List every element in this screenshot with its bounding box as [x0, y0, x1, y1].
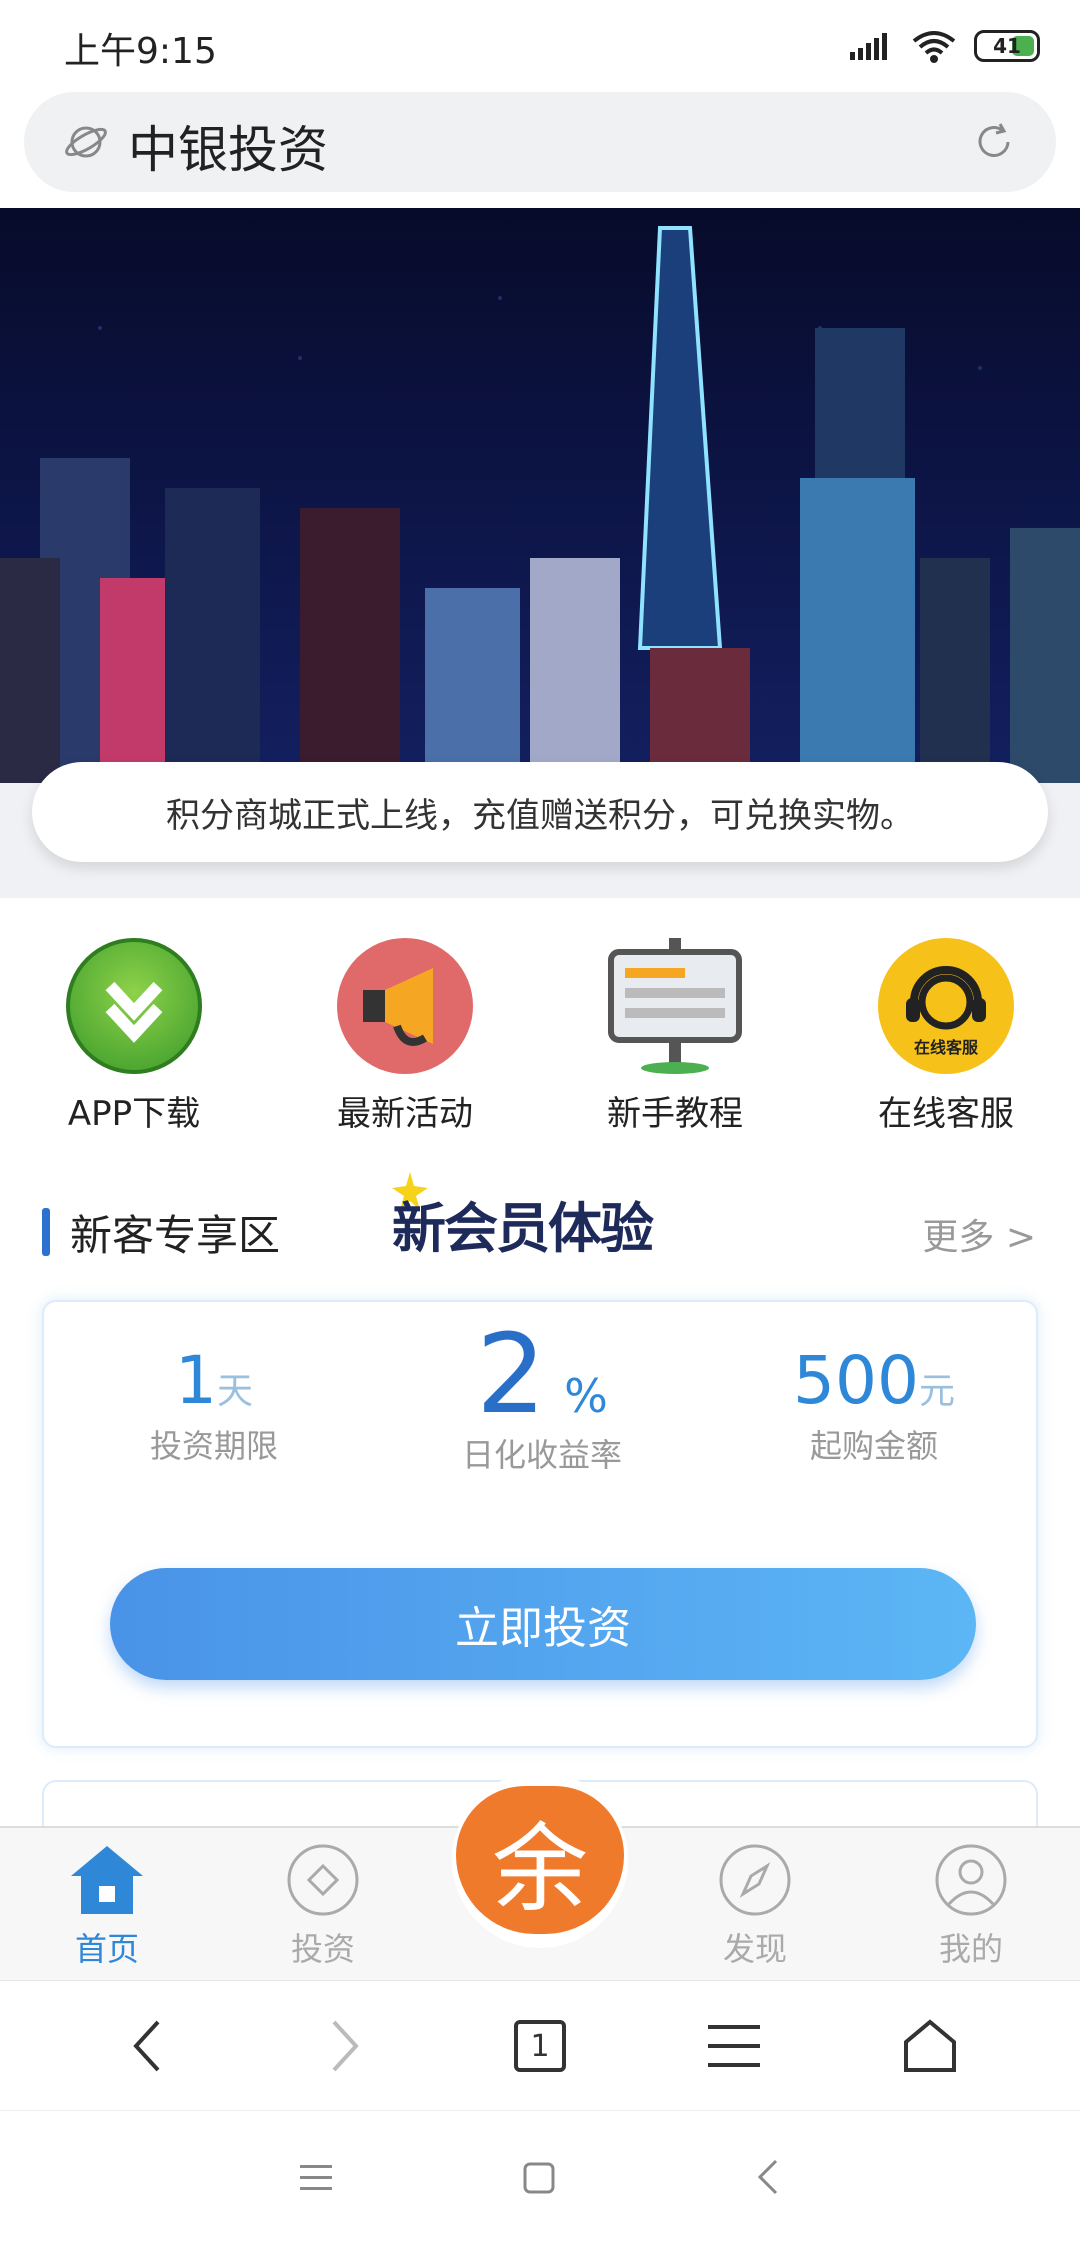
- menu-icon: [708, 2025, 760, 2067]
- stat-rate: 2% 日化收益率: [432, 1310, 652, 1476]
- rate-value: 2: [476, 1310, 547, 1438]
- tab-home[interactable]: 首页: [32, 1842, 182, 1970]
- address-bar[interactable]: 中银投资: [24, 92, 1056, 192]
- signal-icon: [850, 33, 887, 60]
- home-icon: [69, 1842, 145, 1918]
- term-value: 1: [174, 1342, 217, 1419]
- quick-link-label: 新手教程: [607, 1094, 743, 1134]
- system-back-icon[interactable]: [756, 2159, 780, 2195]
- section-marker: [42, 1208, 50, 1256]
- status-time: 上午9:15: [64, 31, 217, 72]
- system-nav-bar: [0, 2110, 1080, 2244]
- chevron-right-icon: [332, 2020, 359, 2072]
- balance-center-button[interactable]: 余: [452, 1772, 628, 1948]
- more-link[interactable]: 更多 >: [922, 1208, 1036, 1260]
- tab-discover[interactable]: 发现: [680, 1842, 830, 1970]
- recents-icon[interactable]: [298, 2163, 334, 2193]
- minimum-label: 起购金额: [809, 1427, 938, 1465]
- headset-icon: 在线客服: [878, 938, 1014, 1074]
- quick-link-activities[interactable]: 最新活动: [295, 938, 515, 1135]
- quick-links: APP下载 最新活动 新手教程 在线客服 在线客服: [0, 920, 1080, 1134]
- announcement-bar[interactable]: 积分商城正式上线，充值赠送积分，可兑换实物。: [32, 762, 1048, 862]
- center-button-label: 余: [492, 1812, 588, 1925]
- download-icon: [66, 938, 202, 1074]
- quick-link-label: 最新活动: [337, 1094, 473, 1134]
- tabs-count: 1: [530, 2028, 550, 2064]
- invest-now-button[interactable]: 立即投资: [110, 1568, 976, 1680]
- new-customer-section-header: 新客专享区 新会员体验 更多 >: [0, 1170, 1080, 1290]
- product-card: 1天 投资期限 2% 日化收益率 500元 起购金额 立即投资: [42, 1300, 1038, 1748]
- tab-label: 首页: [74, 1930, 139, 1968]
- stat-minimum: 500元 起购金额: [764, 1342, 984, 1467]
- battery-icon: 41: [974, 30, 1040, 62]
- page-title: 中银投资: [128, 121, 328, 179]
- back-button[interactable]: [108, 2011, 188, 2081]
- tab-label: 发现: [722, 1930, 787, 1968]
- billboard-icon: [607, 938, 743, 1074]
- browser-home-button[interactable]: [890, 2011, 970, 2081]
- chevron-left-icon: [133, 2020, 160, 2072]
- browser-toolbar: 1: [0, 1980, 1080, 2110]
- screen: 上午9:15 41 中银投资 积分商城正式上线，充值赠送积分，可兑换实物。 AP…: [0, 0, 1080, 2244]
- menu-button[interactable]: [694, 2011, 774, 2081]
- minimum-unit: 元: [918, 1371, 955, 1412]
- section-title: 新客专享区: [70, 1211, 281, 1260]
- quick-link-app-download[interactable]: APP下载: [24, 938, 244, 1135]
- planet-icon: [65, 126, 107, 158]
- promo-banner-text: 新会员体验: [392, 1197, 654, 1260]
- rate-label: 日化收益率: [461, 1436, 622, 1474]
- home-outline-icon: [904, 2019, 956, 2072]
- stat-term: 1天 投资期限: [104, 1342, 324, 1467]
- diamond-icon: [285, 1842, 361, 1918]
- battery-level: 41: [993, 34, 1021, 58]
- forward-button[interactable]: [304, 2011, 384, 2081]
- tabs-button[interactable]: 1: [500, 2011, 580, 2081]
- profile-icon: [933, 1842, 1009, 1918]
- tabs-count-icon: 1: [514, 2020, 566, 2072]
- tab-label: 我的: [938, 1930, 1003, 1968]
- quick-link-customer-service[interactable]: 在线客服 在线客服: [836, 938, 1056, 1135]
- term-label: 投资期限: [149, 1427, 278, 1465]
- reload-icon[interactable]: [972, 120, 1016, 164]
- city-banner-image[interactable]: [0, 208, 1080, 783]
- status-icons: 41: [850, 24, 1040, 68]
- quick-link-label: 在线客服: [878, 1094, 1014, 1134]
- term-unit: 天: [216, 1371, 253, 1412]
- quick-link-label: APP下载: [67, 1094, 201, 1134]
- headset-badge: 在线客服: [913, 1038, 978, 1057]
- megaphone-icon: [337, 938, 473, 1074]
- minimum-value: 500: [793, 1342, 919, 1419]
- tab-mine[interactable]: 我的: [896, 1842, 1046, 1970]
- rate-unit: %: [564, 1369, 608, 1423]
- tab-invest[interactable]: 投资: [248, 1842, 398, 1970]
- compass-icon: [717, 1842, 793, 1918]
- system-home-icon[interactable]: [522, 2161, 556, 2195]
- skyline-illustration: [0, 226, 1080, 783]
- tab-label: 投资: [290, 1930, 355, 1968]
- quick-link-tutorial[interactable]: 新手教程: [565, 938, 785, 1135]
- money-bag-icon: 余: [456, 1786, 624, 1934]
- status-bar: 上午9:15 41: [0, 0, 1080, 90]
- wifi-icon: [912, 31, 956, 63]
